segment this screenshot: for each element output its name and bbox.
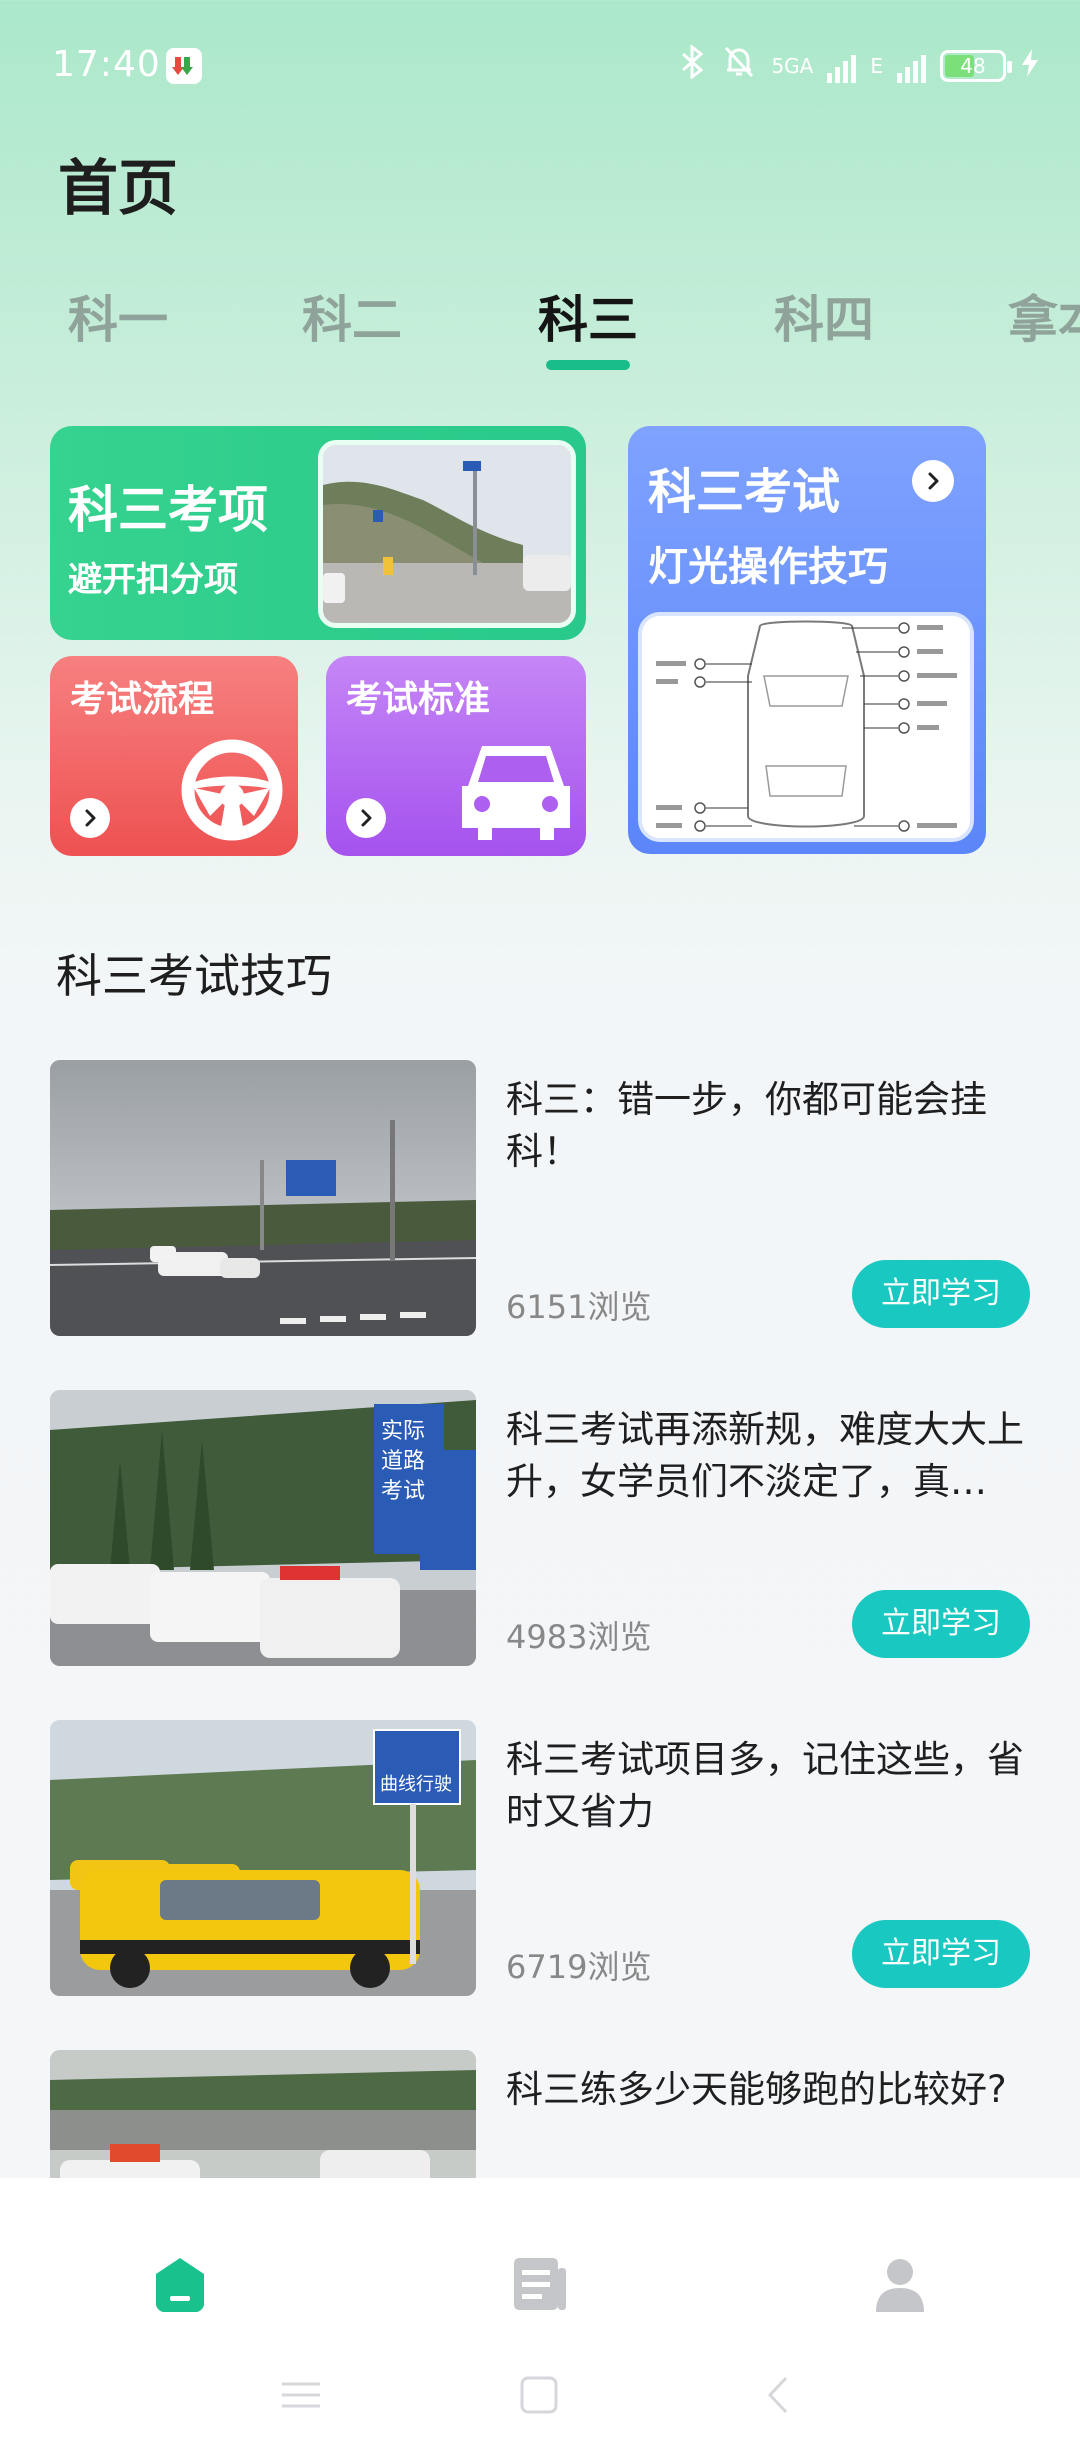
tab-get-license[interactable]: 拿本 (1008, 280, 1080, 352)
steering-wheel-icon (180, 738, 284, 846)
article-thumbnail: 曲线行驶 (50, 1720, 476, 1996)
svg-text:道路: 道路 (381, 1449, 425, 1474)
article-card[interactable]: 实际 道路 考试 科三考试再添新规，难度大大上升，女学员们不淡定了，真… 498… (50, 1390, 1030, 1666)
exam-items-card[interactable]: 科三考项 避开扣分项 (50, 426, 586, 640)
charging-icon (1020, 48, 1040, 85)
car-lights-diagram (638, 612, 974, 842)
svg-text:实际: 实际 (381, 1419, 425, 1444)
status-time: 17:40 (52, 44, 161, 85)
home-square-icon[interactable] (514, 2370, 564, 2420)
app-notification-icon (166, 48, 202, 84)
tab-subject-3[interactable]: 科三 (538, 280, 638, 352)
back-icon[interactable] (754, 2370, 804, 2420)
home-icon[interactable] (150, 2254, 210, 2314)
article-title: 科三：错一步，你都可能会挂科！ (506, 1078, 987, 1173)
light-exam-subtitle: 灯光操作技巧 (648, 544, 888, 590)
article-thumbnail (50, 1060, 476, 1336)
svg-text:曲线行驶: 曲线行驶 (380, 1774, 452, 1795)
battery-icon: 48 (940, 50, 1012, 82)
article-card[interactable]: 曲线行驶 科三考试项目多，记住这些，省时又省力 6719浏览 立即学习 (50, 1720, 1030, 1996)
tab-subject-2[interactable]: 科二 (302, 280, 402, 352)
tab-subject-1[interactable]: 科一 (68, 280, 168, 352)
article-card[interactable]: 科三：错一步，你都可能会挂科！ 6151浏览 立即学习 (50, 1060, 1030, 1336)
exam-items-title: 科三考项 (68, 481, 268, 539)
chevron-right-icon[interactable] (346, 798, 386, 838)
article-views: 4983浏览 (506, 1618, 652, 1656)
tab-indicator (546, 360, 630, 370)
section-title: 科三考试技巧 (56, 949, 332, 1003)
network-type-1: 5GA (771, 54, 814, 78)
article-views: 6151浏览 (506, 1288, 652, 1326)
signal-icon-1 (827, 49, 857, 83)
study-now-button[interactable]: 立即学习 (852, 1920, 1030, 1988)
study-now-button[interactable]: 立即学习 (852, 1260, 1030, 1328)
menu-icon[interactable] (276, 2370, 326, 2420)
status-bar: 17:40 5GA E 48 (0, 0, 1080, 130)
battery-level: 48 (960, 54, 986, 78)
tab-subject-4[interactable]: 科四 (774, 280, 874, 352)
light-exam-title: 科三考试 (648, 464, 841, 520)
exam-standard-title: 考试标准 (346, 679, 491, 720)
bluetooth-icon (679, 43, 707, 87)
network-type-2: E (870, 54, 883, 78)
profile-icon[interactable] (870, 2254, 930, 2314)
chevron-right-icon[interactable] (912, 460, 954, 502)
subject-tabs: 科一 科二 科三 科四 拿本 (0, 280, 1080, 380)
page-title: 首页 (58, 154, 178, 224)
exam-process-card[interactable]: 考试流程 (50, 656, 298, 856)
mute-bell-icon (721, 44, 757, 88)
articles-icon[interactable] (510, 2254, 570, 2314)
chevron-right-icon[interactable] (70, 798, 110, 838)
article-title: 科三练多少天能够跑的比较好? (506, 2068, 1007, 2111)
article-thumbnail: 实际 道路 考试 (50, 1390, 476, 1666)
status-icons: 5GA E 48 (679, 43, 1040, 88)
article-title: 科三考试项目多，记住这些，省时又省力 (506, 1738, 1024, 1833)
exam-road-photo (318, 440, 576, 628)
exam-process-title: 考试流程 (70, 679, 215, 720)
exam-standard-card[interactable]: 考试标准 (326, 656, 586, 856)
article-title: 科三考试再添新规，难度大大上升，女学员们不淡定了，真… (506, 1408, 1024, 1503)
car-icon (456, 736, 576, 846)
study-now-button[interactable]: 立即学习 (852, 1590, 1030, 1658)
svg-text:考试: 考试 (381, 1479, 425, 1504)
article-views: 6719浏览 (506, 1948, 652, 1986)
signal-icon-2 (897, 49, 926, 83)
light-operation-card[interactable]: 科三考试 灯光操作技巧 (628, 426, 986, 854)
exam-items-subtitle: 避开扣分项 (68, 560, 238, 600)
